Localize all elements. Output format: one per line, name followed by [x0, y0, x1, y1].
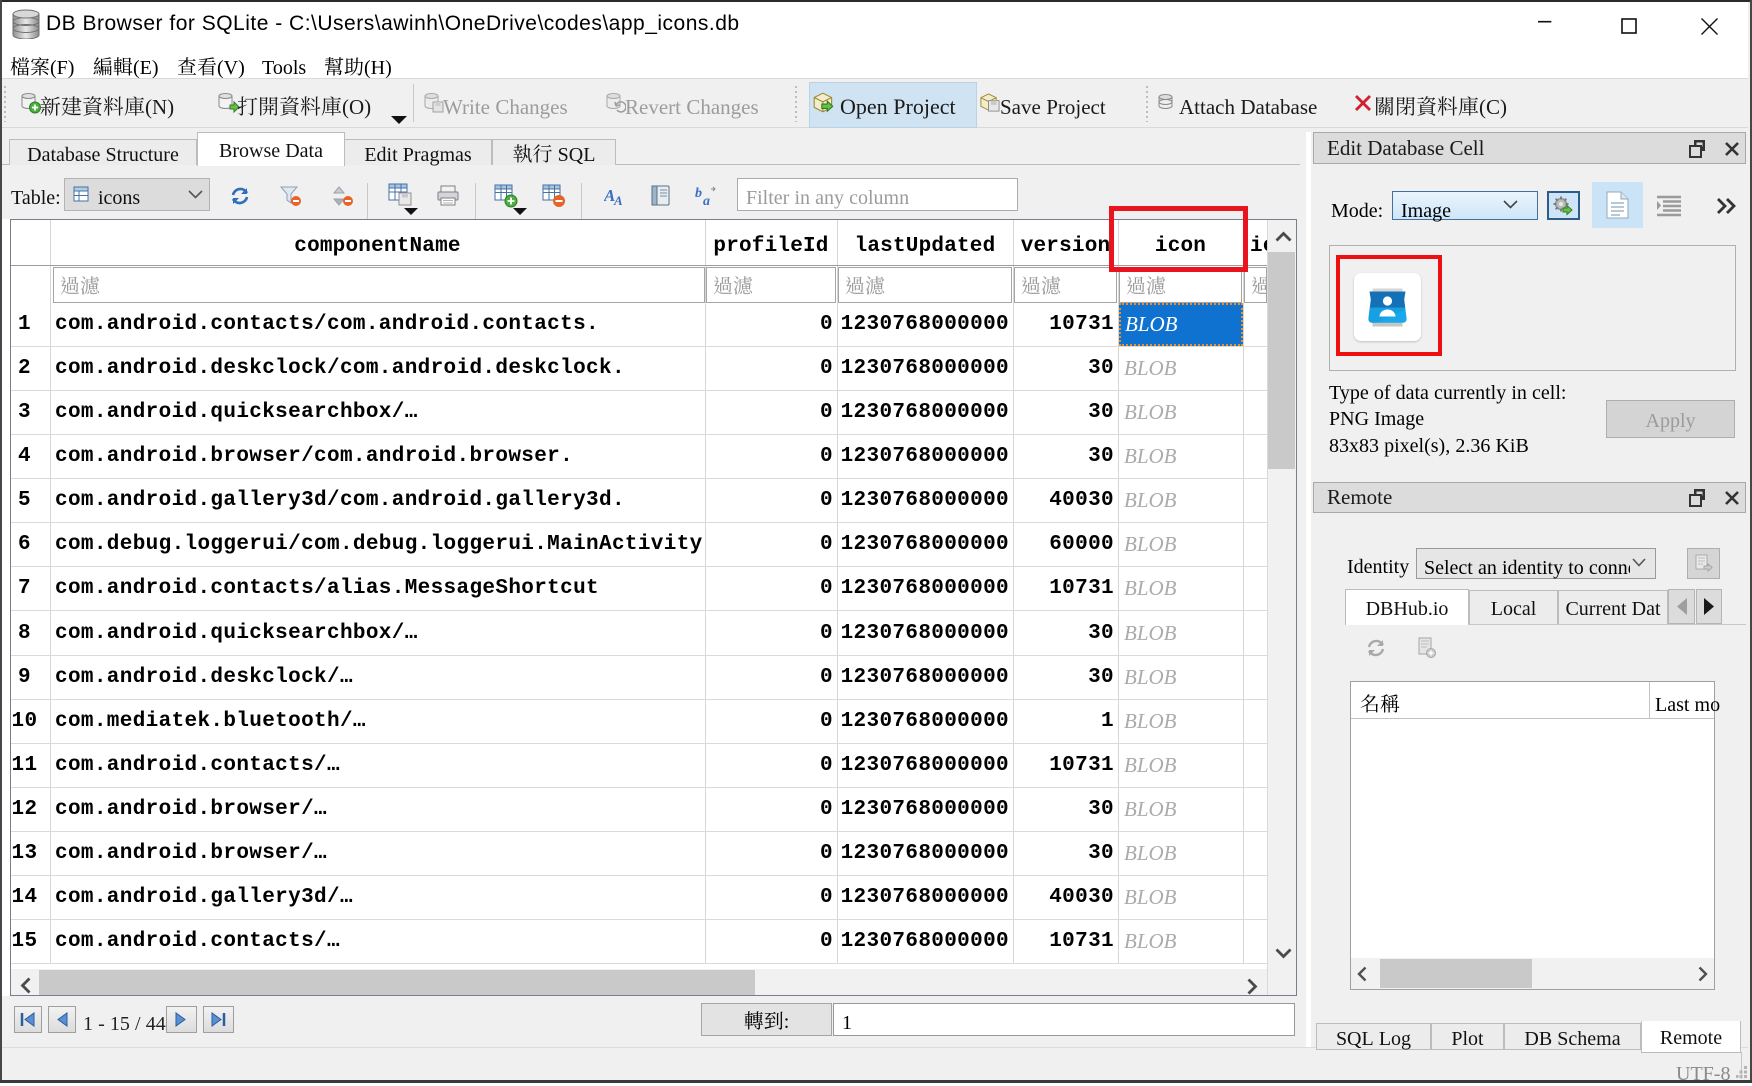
svg-text:b: b — [695, 186, 702, 201]
svg-text:A: A — [613, 193, 623, 206]
svg-text:a: a — [703, 194, 710, 207]
